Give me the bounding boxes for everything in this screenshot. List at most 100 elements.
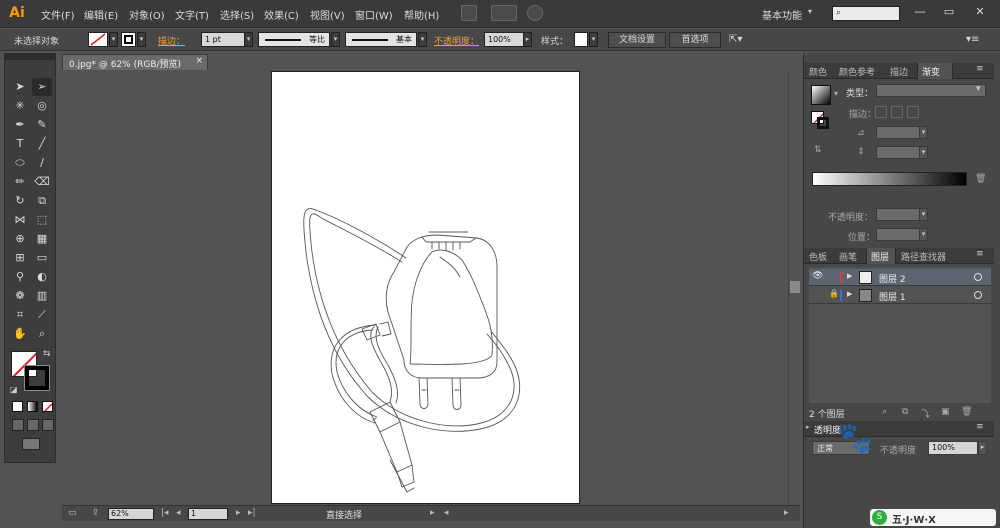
workspace-switcher[interactable]: 基本功能 xyxy=(762,7,802,22)
stroke-indicator[interactable] xyxy=(24,365,50,391)
tab-stroke[interactable]: 描边 xyxy=(890,65,908,78)
gradient-type-select[interactable] xyxy=(876,84,986,97)
layer-name[interactable]: 图层 1 xyxy=(879,290,906,303)
tab-swatches[interactable]: 色板 xyxy=(809,250,827,263)
transparency-opacity-dropdown[interactable]: ▸ xyxy=(978,441,987,455)
tab-layers[interactable]: 图层 xyxy=(871,250,889,263)
stroke-link[interactable]: 描边： xyxy=(158,34,185,47)
none-mode-icon[interactable] xyxy=(42,401,53,412)
artboard-nav-icon[interactable]: ▭ xyxy=(68,508,77,518)
direct-selection-tool-icon[interactable]: ➢ xyxy=(32,78,52,96)
lasso-tool-icon[interactable]: ◎ xyxy=(32,97,52,115)
menu-edit[interactable]: 编辑(E) xyxy=(84,7,118,22)
gradient-tool-icon[interactable]: ▭ xyxy=(32,249,52,267)
profile-dropdown[interactable]: ▾ xyxy=(331,32,340,47)
scroll-left-icon[interactable]: ◂ xyxy=(444,508,449,518)
layer-row[interactable]: 👁 ▶ 图层 2 xyxy=(809,269,991,286)
vertical-scrollbar[interactable] xyxy=(788,71,800,504)
angle-field[interactable] xyxy=(876,126,920,139)
perspective-grid-tool-icon[interactable]: ▦ xyxy=(32,230,52,248)
stroke-across-icon[interactable] xyxy=(907,106,919,118)
transparency-opacity-field[interactable]: 100% xyxy=(928,441,978,455)
zoom-field[interactable]: 62% xyxy=(108,508,154,520)
new-sublayer-icon[interactable]: ⤵ xyxy=(921,407,930,420)
pen-tool-icon[interactable]: ✒ xyxy=(10,116,30,134)
search-input[interactable]: ⌕ xyxy=(832,6,900,21)
scale-tool-icon[interactable]: ⧉ xyxy=(32,192,52,210)
tab-brushes[interactable]: 画笔 xyxy=(839,250,857,263)
menu-help[interactable]: 帮助(H) xyxy=(404,7,439,22)
width-tool-icon[interactable]: ⋈ xyxy=(10,211,30,229)
status-menu-icon[interactable]: ▸ xyxy=(430,508,435,518)
tab-pathfinder[interactable]: 路径查找器 xyxy=(901,250,946,263)
panel-menu-icon[interactable]: ≡ xyxy=(976,249,984,259)
shape-builder-tool-icon[interactable]: ⊕ xyxy=(10,230,30,248)
eyedropper-tool-icon[interactable]: ⚲ xyxy=(10,268,30,286)
layer-target-icon[interactable] xyxy=(974,291,982,299)
zoom-tool-icon[interactable]: ⌕ xyxy=(32,325,52,343)
ellipse-tool-icon[interactable]: ⬭ xyxy=(10,154,30,172)
rotate-tool-icon[interactable]: ↻ xyxy=(10,192,30,210)
close-window-button[interactable]: ✕ xyxy=(966,2,994,22)
scroll-right-icon[interactable]: ▸ xyxy=(784,508,789,518)
minimize-button[interactable]: — xyxy=(906,2,934,22)
angle-dropdown[interactable]: ▾ xyxy=(919,126,928,139)
preferences-button[interactable]: 首选项 xyxy=(669,32,721,48)
opacity-link[interactable]: 不透明度： xyxy=(434,34,479,47)
fill-dropdown[interactable]: ▾ xyxy=(109,32,118,47)
mesh-tool-icon[interactable]: ⊞ xyxy=(10,249,30,267)
expand-arrow-icon[interactable]: ▶ xyxy=(847,272,852,280)
default-colors-icon[interactable]: ◪ xyxy=(10,385,18,394)
aspect-ratio-dropdown[interactable]: ▾ xyxy=(919,146,928,159)
tab-color-guide[interactable]: 颜色参考 xyxy=(839,65,875,78)
gradient-stroke-icon[interactable] xyxy=(817,117,829,129)
menu-view[interactable]: 视图(V) xyxy=(310,7,345,22)
artboard[interactable] xyxy=(271,71,580,504)
slice-tool-icon[interactable]: ⟋ xyxy=(32,306,52,324)
menu-effect[interactable]: 效果(C) xyxy=(264,7,299,22)
panel-menu-icon[interactable]: ▾≡ xyxy=(966,34,979,45)
stroke-along-icon[interactable] xyxy=(891,106,903,118)
graphic-style-dropdown[interactable]: ▾ xyxy=(589,32,598,47)
sync-icon[interactable] xyxy=(527,5,543,21)
menu-window[interactable]: 窗口(W) xyxy=(355,7,393,22)
tab-gradient[interactable]: 渐变 xyxy=(922,65,940,78)
scroll-thumb[interactable] xyxy=(790,281,800,293)
menu-file[interactable]: 文件(F) xyxy=(41,7,75,22)
document-setup-button[interactable]: 文档设置 xyxy=(608,32,666,48)
reverse-gradient-icon[interactable]: ⇅ xyxy=(814,145,822,155)
expand-arrow-icon[interactable]: ▶ xyxy=(847,290,852,298)
fill-swatch[interactable] xyxy=(88,32,108,47)
chevron-down-icon[interactable]: ▾ xyxy=(834,89,838,98)
menu-object[interactable]: 对象(O) xyxy=(129,7,165,22)
layer-name[interactable]: 图层 2 xyxy=(879,272,906,285)
variable-width-profile[interactable]: 等比 xyxy=(258,32,330,47)
opacity-dropdown[interactable]: ▸ xyxy=(523,32,532,47)
locate-object-icon[interactable]: ⌕ xyxy=(882,407,887,417)
paintbrush-tool-icon[interactable]: ∕ xyxy=(32,154,52,172)
eye-icon[interactable]: 👁 xyxy=(812,271,823,281)
column-graph-tool-icon[interactable]: ▥ xyxy=(32,287,52,305)
stroke-within-icon[interactable] xyxy=(875,106,887,118)
bridge-icon[interactable] xyxy=(461,5,477,21)
gradient-preview-swatch[interactable] xyxy=(811,85,831,105)
prev-artboard-icon[interactable]: ◂ xyxy=(176,508,181,518)
panel-menu-icon[interactable]: ≡ xyxy=(976,422,984,432)
draw-normal-icon[interactable] xyxy=(12,419,24,431)
draw-behind-icon[interactable] xyxy=(27,419,39,431)
draw-inside-icon[interactable] xyxy=(42,419,54,431)
chevron-down-icon[interactable]: ▾ xyxy=(976,84,981,94)
layer-target-icon[interactable] xyxy=(974,273,982,281)
screen-mode-icon[interactable] xyxy=(22,438,40,450)
selection-tool-icon[interactable]: ➤ xyxy=(10,78,30,96)
opacity-field[interactable]: 100% xyxy=(484,32,524,47)
arrange-documents-icon[interactable] xyxy=(491,5,517,21)
document-tab[interactable]: 0.jpg* @ 62% (RGB/预览) × xyxy=(62,54,208,70)
graphic-style-swatch[interactable] xyxy=(574,32,588,47)
aspect-ratio-field[interactable] xyxy=(876,146,920,159)
blend-tool-icon[interactable]: ◐ xyxy=(32,268,52,286)
pencil-tool-icon[interactable]: ✏ xyxy=(10,173,30,191)
make-clipping-mask-icon[interactable]: ⧉ xyxy=(902,407,908,417)
new-layer-icon[interactable]: ▣ xyxy=(941,407,950,417)
gradient-position-field[interactable] xyxy=(876,228,920,241)
